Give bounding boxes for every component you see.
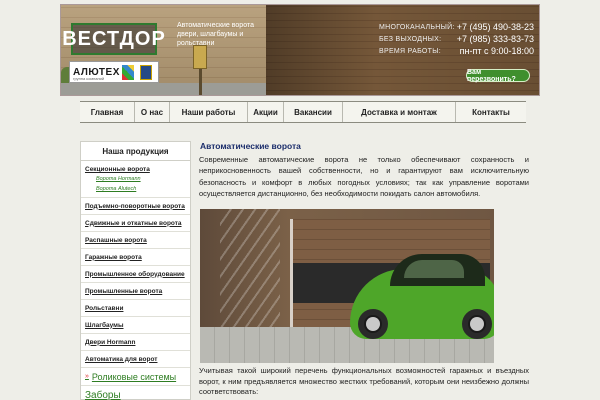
contact-row: БЕЗ ВЫХОДНЫХ: +7 (985) 333-83-73 — [379, 33, 534, 45]
site-header: ВЕСТДОР АЛЮТЕХ группа компаний Автоматич… — [60, 4, 540, 96]
sidebar-item-label: Роликовые системы — [91, 371, 177, 382]
sidebar-item-barriers[interactable]: Шлагбаумы — [81, 317, 190, 334]
callback-button[interactable]: Вам перезвонить? — [466, 69, 530, 83]
partner-colored-squares-icon — [122, 65, 134, 80]
photo-railing — [220, 209, 280, 329]
contact-label: ВРЕМЯ РАБОТЫ: — [379, 47, 441, 55]
nav-item-home[interactable]: Главная — [80, 102, 135, 122]
contact-label: МНОГОКАНАЛЬНЫЙ: — [379, 23, 455, 31]
green-car-windows — [390, 254, 485, 286]
car-wheel — [358, 309, 388, 339]
sidebar-subitem-hormann[interactable]: Ворота Hormann — [81, 174, 190, 184]
mailbox-icon — [193, 45, 207, 69]
requirements-paragraph: Учитывая такой широкий перечень функцион… — [199, 366, 529, 396]
contact-phone[interactable]: +7 (985) 333-83-73 — [457, 34, 534, 44]
nav-item-vacancies[interactable]: Вакансии — [284, 102, 343, 122]
nav-item-delivery[interactable]: Доставка и монтаж — [343, 102, 456, 122]
sidebar-title: Наша продукция — [81, 142, 190, 161]
contact-row: МНОГОКАНАЛЬНЫЙ: +7 (495) 490-38-23 — [379, 21, 534, 33]
partner-logo: АЛЮТЕХ группа компаний — [69, 61, 159, 83]
partner-emblem-icon — [140, 65, 152, 80]
sidebar-item-roller-systems[interactable]: » Роликовые системы — [81, 368, 190, 386]
nav-item-contacts[interactable]: Контакты — [456, 102, 526, 122]
garage-car-photo — [200, 209, 494, 363]
main-nav: Главная О нас Наши работы Акции Вакансии… — [80, 101, 526, 123]
site-logo[interactable]: ВЕСТДОР — [62, 23, 165, 55]
partner-tagline: группа компаний — [73, 76, 105, 81]
header-pavement — [61, 83, 276, 95]
sidebar-item-fences[interactable]: Заборы — [81, 386, 190, 400]
contacts-block: МНОГОКАНАЛЬНЫЙ: +7 (495) 490-38-23 БЕЗ В… — [379, 21, 534, 57]
sidebar-item-gate-automation[interactable]: Автоматика для ворот — [81, 351, 190, 368]
sidebar-item-industrial-equipment[interactable]: Промышленное оборудование — [81, 266, 190, 283]
nav-item-about[interactable]: О нас — [135, 102, 170, 122]
working-hours: пн-пт с 9:00-18:00 — [459, 46, 534, 56]
page-title: Автоматические ворота — [200, 141, 301, 151]
sidebar-item-sliding-gates[interactable]: Сдвижные и откатные ворота — [81, 215, 190, 232]
car-wheel — [462, 309, 492, 339]
nav-item-promotions[interactable]: Акции — [248, 102, 284, 122]
nav-item-our-works[interactable]: Наши работы — [170, 102, 248, 122]
mailbox-post — [199, 69, 202, 95]
sidebar-item-up-and-over[interactable]: Подъемно-поворотные ворота — [81, 198, 190, 215]
site-tagline: Автоматические ворота двери, шлагбаумы и… — [177, 22, 254, 47]
logo-text: ВЕСТДОР — [62, 27, 166, 50]
product-sidebar: Наша продукция Секционные ворота Ворота … — [80, 141, 191, 400]
intro-paragraph: Современные автоматические ворота не тол… — [199, 155, 529, 198]
double-arrow-icon: » — [85, 373, 89, 380]
sidebar-item-swing-gates[interactable]: Распашные ворота — [81, 232, 190, 249]
contact-label: БЕЗ ВЫХОДНЫХ: — [379, 35, 442, 43]
contact-phone[interactable]: +7 (495) 490-38-23 — [457, 22, 534, 32]
sidebar-item-roller-shutters[interactable]: Рольставни — [81, 300, 190, 317]
contact-row: ВРЕМЯ РАБОТЫ: пн-пт с 9:00-18:00 — [379, 45, 534, 57]
main-content: Автоматические ворота Современные автома… — [199, 137, 529, 400]
sidebar-subitem-alutech[interactable]: Ворота Alutech — [81, 184, 190, 198]
sidebar-item-garage-gates[interactable]: Гаражные ворота — [81, 249, 190, 266]
sidebar-item-hormann-doors[interactable]: Двери Hormann — [81, 334, 190, 351]
sidebar-item-industrial-gates[interactable]: Промышленные ворота — [81, 283, 190, 300]
